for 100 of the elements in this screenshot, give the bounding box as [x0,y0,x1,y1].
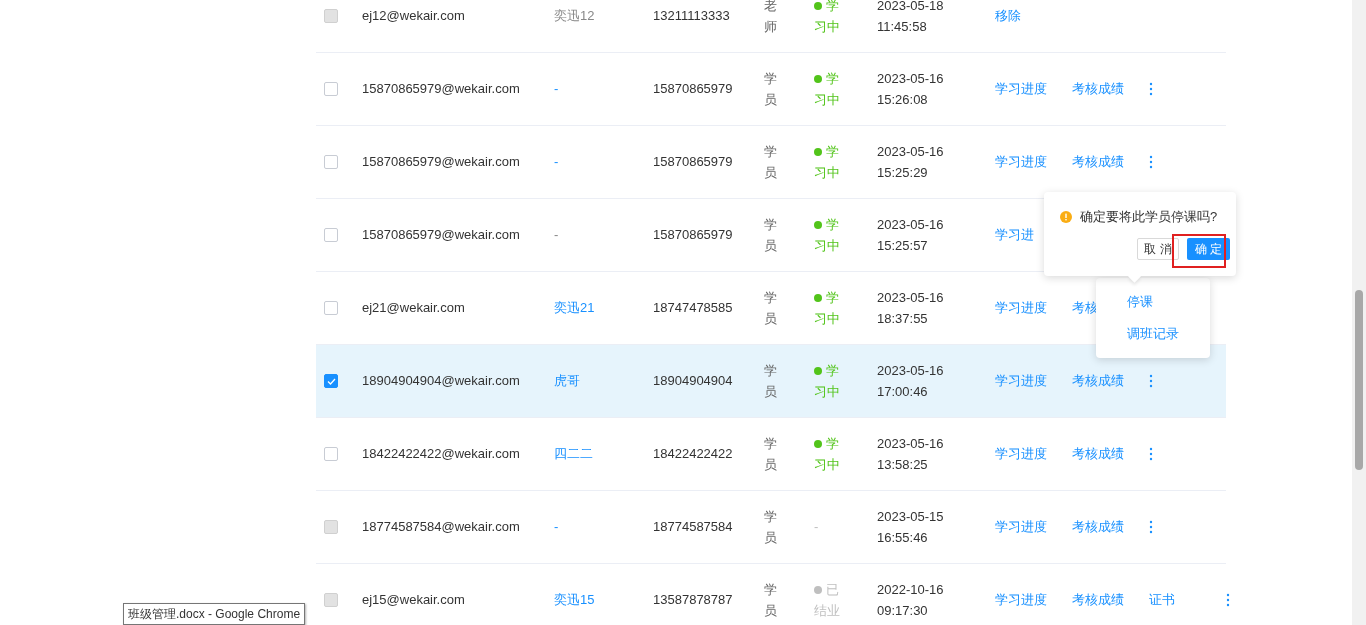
action-link[interactable]: 学习进 [995,225,1048,245]
phone-cell-text: 18747478585 [653,299,734,318]
status-text: 学习中 [814,436,840,472]
role-cell-text: 老师 [764,0,778,36]
role-cell-text: 学员 [764,581,778,620]
tooltip: 班级管理.docx - Google Chrome [123,603,306,625]
nickname-cell[interactable]: 奕迅15 [554,590,653,610]
status-text: 学习中 [814,363,840,399]
role-cell-text: 学员 [764,70,778,109]
more-icon[interactable] [1149,520,1153,534]
date-text: 2023-05-15 [877,508,945,526]
phone-cell-text: 15870865979 [653,80,734,99]
date-text: 2023-05-16 [877,362,945,380]
phone-cell-text: 15870865979 [653,226,734,245]
email-cell-text: ej12@wekair.com [362,7,466,26]
cancel-button[interactable]: 取 消 [1137,237,1179,260]
row-checkbox[interactable] [324,82,338,96]
email-cell-text: 18904904904@wekair.com [362,372,521,391]
email-cell-text: 15870865979@wekair.com [362,226,521,245]
time-text: 15:26:08 [877,91,929,109]
date-text: 2023-05-16 [877,435,945,453]
highlight-frame [1172,234,1226,268]
action-link[interactable]: 考核成绩 [1072,517,1125,537]
time-text: 16:55:46 [877,529,929,547]
confirm-message: 确定要将此学员停课吗? [1080,208,1218,226]
role-cell-text: 学员 [764,508,778,547]
role-cell-text: 学员 [764,362,778,401]
more-icon[interactable] [1149,155,1153,169]
phone-cell-text: 13587878787 [653,591,734,610]
nickname-cell[interactable]: 四二二 [554,444,653,464]
date-text: 2023-05-16 [877,289,945,307]
email-cell-text: 18422422422@wekair.com [362,445,521,464]
row-checkbox[interactable] [324,374,338,388]
action-link[interactable]: 学习进度 [995,79,1048,99]
email-cell-text: ej15@wekair.com [362,591,466,610]
confirm-button[interactable]: 确 定 [1186,237,1230,260]
action-link[interactable]: 移除 [995,6,1048,26]
status-text: 学习中 [814,144,840,180]
nickname-cell[interactable]: - [554,79,653,99]
nickname-cell[interactable]: - [554,152,653,172]
more-icon[interactable] [1149,374,1153,388]
status-text: 学习中 [814,0,840,34]
email-cell-text: 18774587584@wekair.com [362,518,521,537]
action-link[interactable]: 学习进度 [995,590,1048,610]
status-text: 学习中 [814,217,840,253]
action-link[interactable]: 考核成绩 [1072,444,1125,464]
row-checkbox[interactable] [324,447,338,461]
action-link[interactable]: 学习进度 [995,371,1048,391]
phone-cell-text: 18774587584 [653,518,734,537]
time-text: 09:17:30 [877,602,929,620]
role-cell-text: 学员 [764,435,778,474]
action-link[interactable]: 考核成绩 [1072,79,1125,99]
status-text: 学习中 [814,290,840,326]
time-text: 18:37:55 [877,310,929,328]
role-cell-text: 学员 [764,216,778,255]
nickname-cell[interactable]: - [554,517,653,537]
scrollbar-thumb[interactable] [1355,290,1363,470]
status-text: 学习中 [814,71,840,107]
more-icon[interactable] [1149,447,1153,461]
date-text: 2023-05-16 [877,216,945,234]
action-link[interactable]: 证书 [1149,590,1202,610]
row-checkbox[interactable] [324,155,338,169]
action-link[interactable]: 学习进度 [995,444,1048,464]
date-text: 2023-05-16 [877,143,945,161]
date-text: 2023-05-18 [877,0,945,15]
row-checkbox[interactable] [324,301,338,315]
email-cell-text: 15870865979@wekair.com [362,153,521,172]
status-text: - [814,518,820,537]
time-text: 17:00:46 [877,383,929,401]
nickname-cell[interactable]: 虎哥 [554,371,653,391]
status-text: 已结业 [814,582,840,618]
phone-cell-text: 18904904904 [653,372,734,391]
menu-item[interactable]: 停课 [1096,286,1210,318]
menu-item[interactable]: 调班记录 [1096,318,1210,350]
action-link[interactable]: 考核成绩 [1072,590,1125,610]
role-cell-text: 学员 [764,143,778,182]
time-text: 11:45:58 [877,18,928,36]
email-cell-text: ej21@wekair.com [362,299,466,318]
time-text: 13:58:25 [877,456,929,474]
phone-cell-text: 18422422422 [653,445,734,464]
more-icon[interactable] [1149,82,1153,96]
action-link[interactable]: 学习进度 [995,298,1048,318]
date-text: 2022-10-16 [877,581,945,599]
row-checkbox[interactable] [324,228,338,242]
date-text: 2023-05-16 [877,70,945,88]
action-link[interactable]: 考核成绩 [1072,371,1125,391]
time-text: 15:25:57 [877,237,929,255]
nickname-cell-text: 奕迅12 [554,7,596,26]
warning-icon [1060,210,1072,223]
time-text: 15:25:29 [877,164,929,182]
email-cell-text: 15870865979@wekair.com [362,80,521,99]
action-link[interactable]: 考核成绩 [1072,152,1125,172]
role-cell-text: 学员 [764,289,778,328]
action-link[interactable]: 学习进度 [995,152,1048,172]
more-icon[interactable] [1226,593,1230,607]
phone-cell-text: 13211113333 [653,7,731,26]
nickname-cell-text: - [554,226,560,245]
nickname-cell[interactable]: 奕迅21 [554,298,653,318]
action-link[interactable]: 学习进度 [995,517,1048,537]
phone-cell-text: 15870865979 [653,153,734,172]
